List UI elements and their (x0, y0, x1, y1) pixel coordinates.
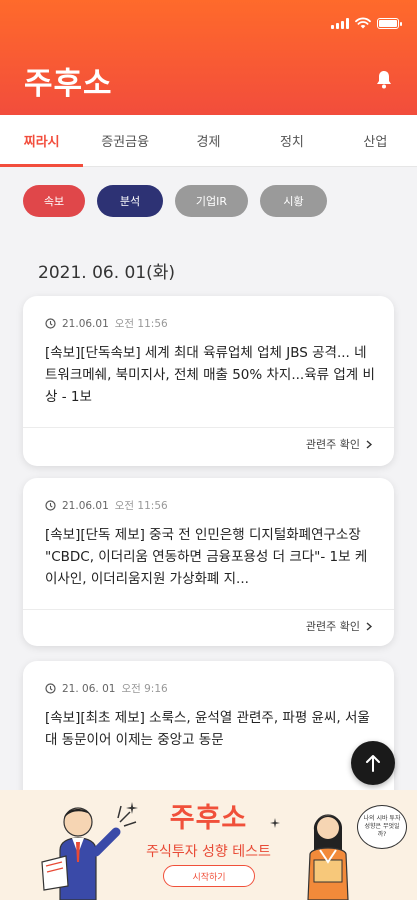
date-heading: 2021. 06. 01(화) (38, 263, 176, 283)
related-stocks-link[interactable]: 관련주 확인 (306, 618, 372, 634)
chip-breaking[interactable]: 속보 (23, 185, 85, 217)
bell-icon[interactable] (376, 70, 392, 89)
app-logo: 주후소 (24, 66, 113, 102)
scroll-top-button[interactable] (351, 741, 395, 785)
arrow-up-icon (366, 755, 380, 772)
news-card[interactable]: 21.06.01 오전 11:56 [속보][단독속보] 세계 최대 육류업체 … (23, 296, 394, 466)
tab-industry[interactable]: 산업 (334, 115, 417, 166)
banner-start-button[interactable]: 시작하기 (163, 865, 255, 887)
card-time: 오전 11:56 (114, 500, 168, 512)
card-time: 오전 9:16 (121, 683, 168, 695)
related-stocks-label: 관련주 확인 (305, 438, 360, 451)
card-meta: 21.06.01 오전 11:56 (45, 498, 168, 513)
speech-bubble: 나의 시바 투자성향은 무엇일까? (357, 805, 407, 849)
status-icons (331, 17, 402, 29)
tab-politics[interactable]: 정치 (250, 115, 333, 166)
related-stocks-label: 관련주 확인 (305, 620, 360, 633)
app-header: 주후소 (0, 0, 417, 115)
battery-icon (377, 18, 402, 29)
woman-illustration (307, 814, 349, 900)
card-meta: 21. 06. 01 오전 9:16 (45, 681, 168, 696)
card-time: 오전 11:56 (114, 318, 168, 330)
card-meta: 21.06.01 오전 11:56 (45, 316, 168, 331)
chevron-right-icon (366, 439, 372, 449)
wifi-icon (355, 17, 371, 29)
news-card[interactable]: 21.06.01 오전 11:56 [속보][단독 제보] 중국 전 인민은행 … (23, 478, 394, 646)
card-headline: [속보][단독 제보] 중국 전 인민은행 디지털화폐연구소장 "CBDC, 이… (45, 527, 368, 587)
category-tabs: 찌라시 증권금융 경제 정치 산업 (0, 115, 417, 167)
card-divider (23, 427, 394, 428)
card-divider (23, 609, 394, 610)
clock-icon (45, 500, 56, 511)
card-date: 21.06.01 (62, 317, 109, 330)
card-date: 21. 06. 01 (62, 682, 116, 695)
clock-icon (45, 683, 56, 694)
tab-jjirasi[interactable]: 찌라시 (0, 115, 84, 167)
chip-company-ir[interactable]: 기업IR (175, 185, 248, 217)
card-headline: [속보][최초 제보] 소룩스, 윤석열 관련주, 파평 윤씨, 서울대 동문이… (45, 710, 370, 748)
tab-securities-finance[interactable]: 증권금융 (83, 115, 166, 166)
filter-chips: 속보 분석 기업IR 시황 (23, 185, 327, 217)
signal-icon (331, 18, 349, 29)
chip-analysis[interactable]: 분석 (97, 185, 163, 217)
card-date: 21.06.01 (62, 499, 109, 512)
promo-banner[interactable]: 주후소 주식투자 성향 테스트 시작하기 나의 시바 투자성향은 무엇일까? (0, 790, 417, 900)
chip-market[interactable]: 시황 (260, 185, 327, 217)
chevron-right-icon (366, 621, 372, 631)
card-headline: [속보][단독속보] 세계 최대 육류업체 업체 JBS 공격... 네트워크메… (45, 345, 375, 405)
clock-icon (45, 318, 56, 329)
related-stocks-link[interactable]: 관련주 확인 (306, 436, 372, 452)
tab-economy[interactable]: 경제 (167, 115, 250, 166)
